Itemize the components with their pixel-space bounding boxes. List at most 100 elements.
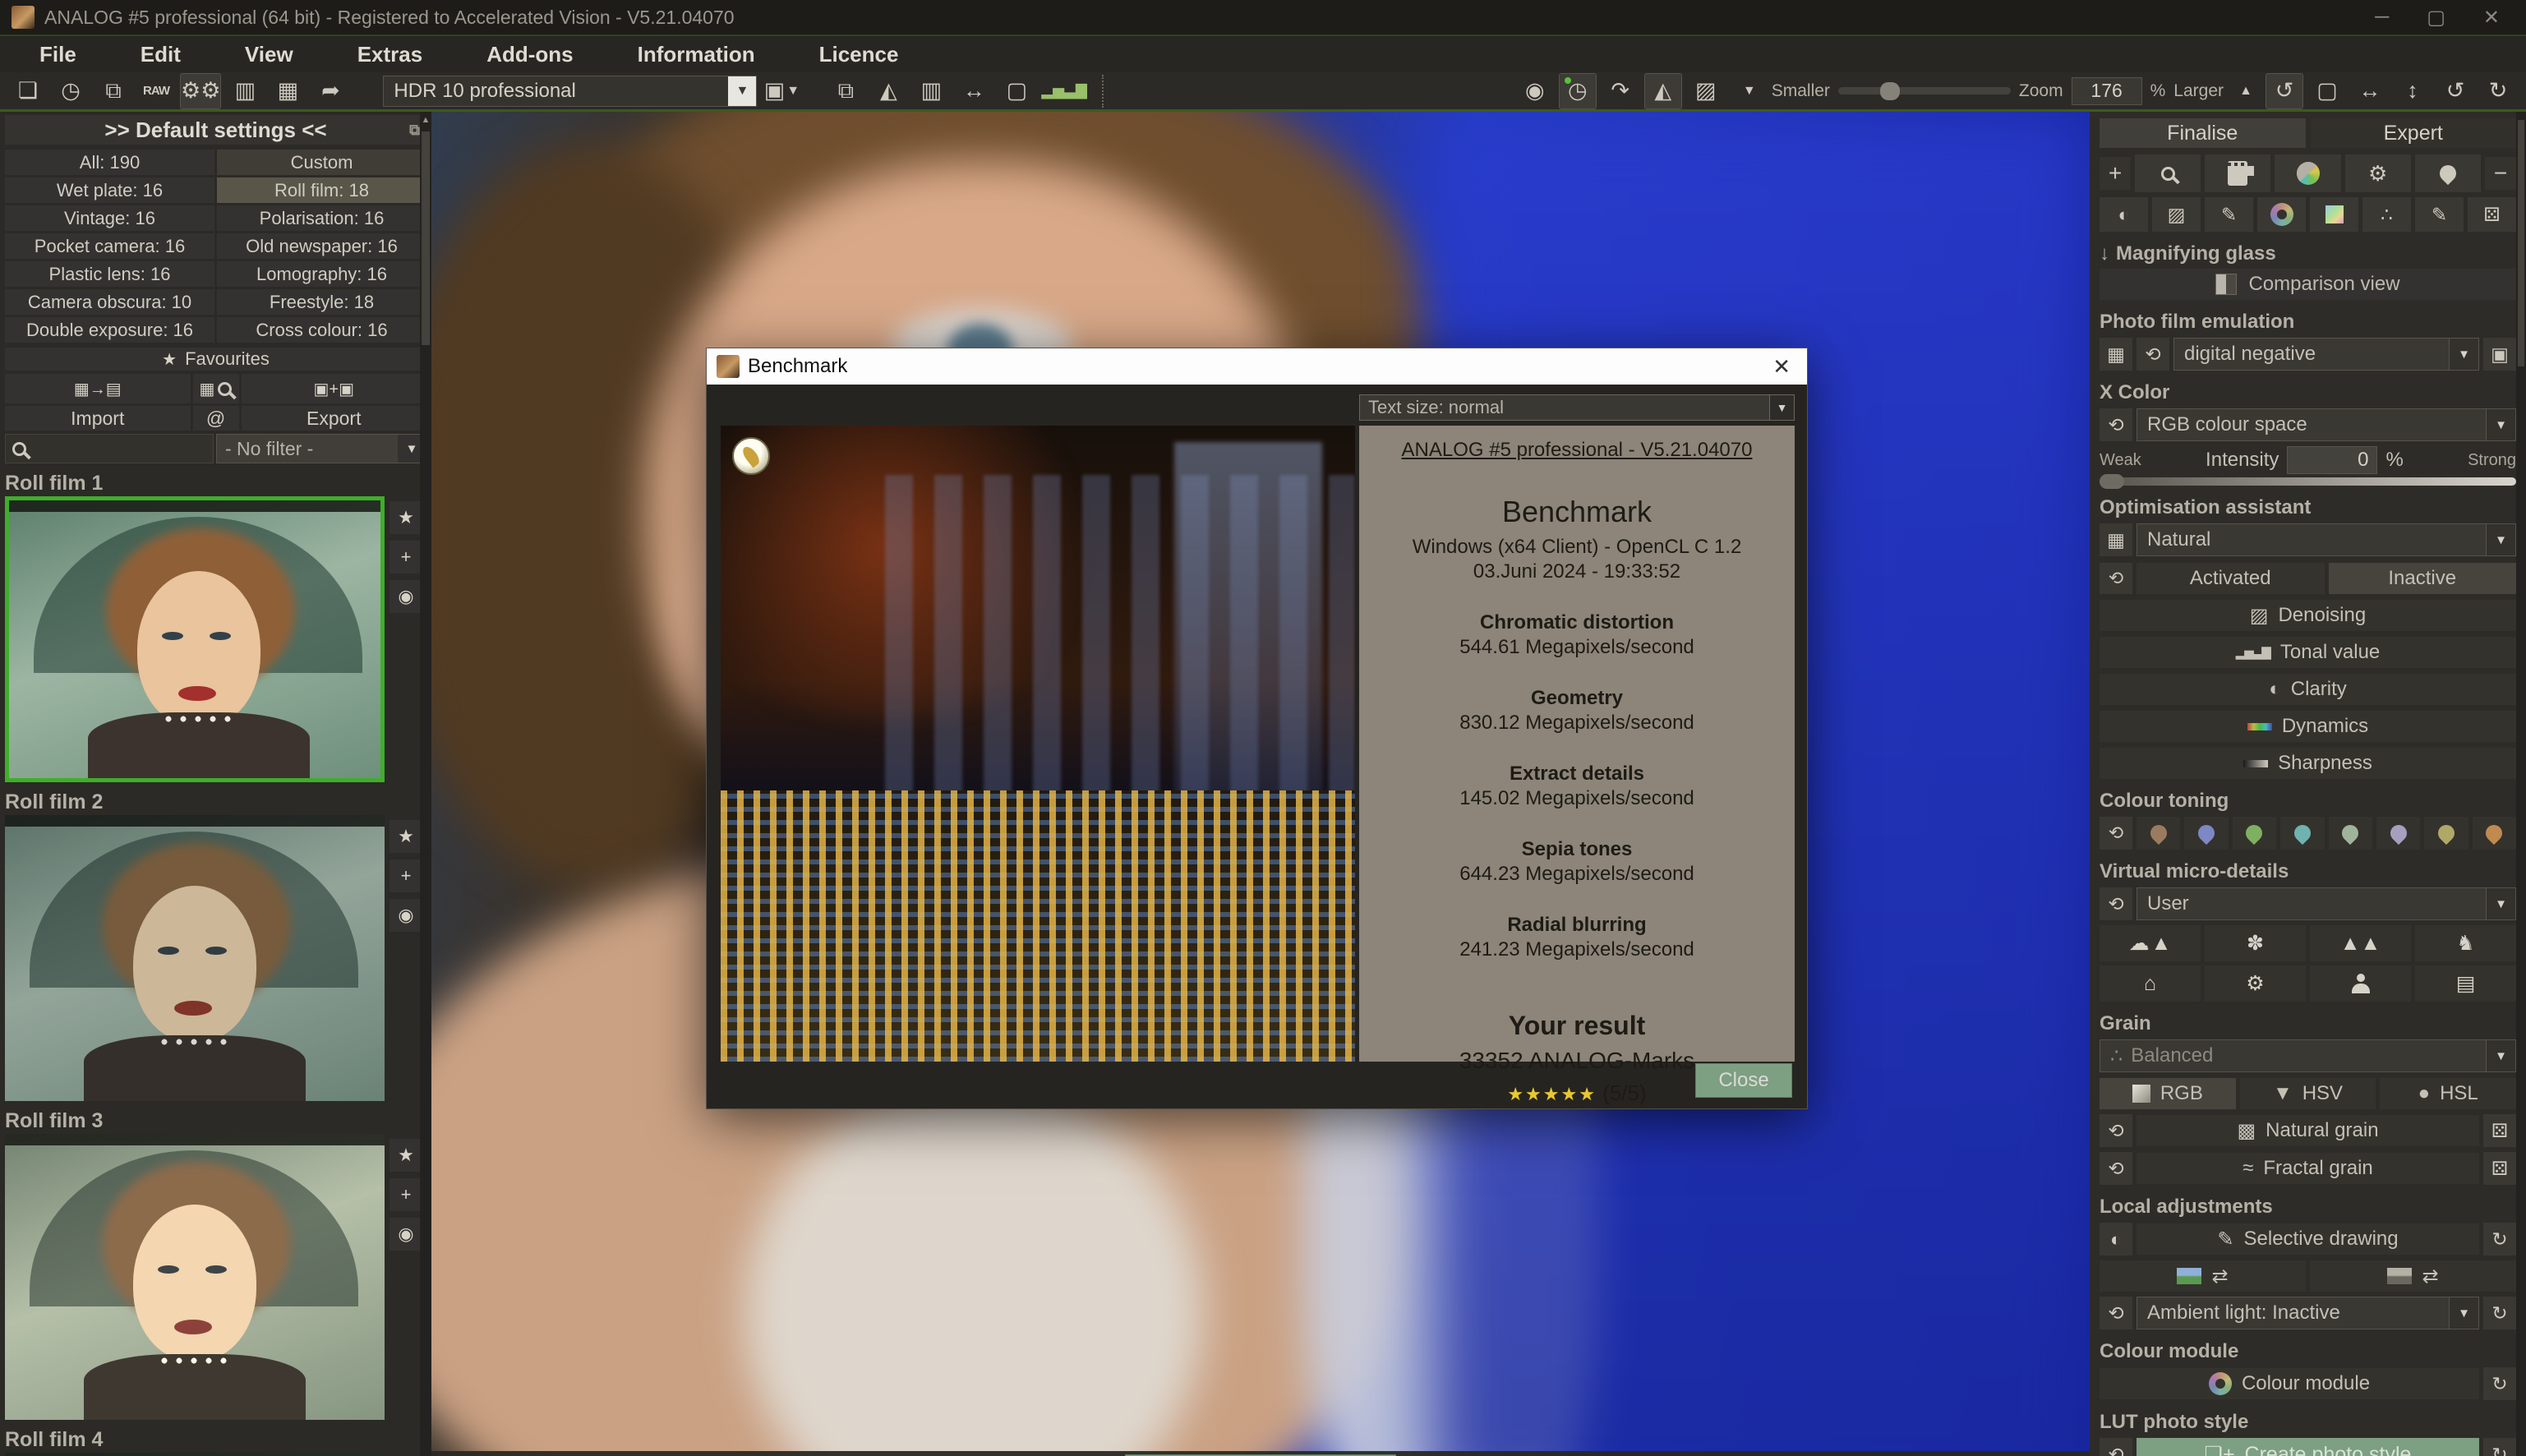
grain-dropdown[interactable]: ∴ Balanced ▼ (2100, 1039, 2516, 1072)
dialog-title-bar[interactable]: Benchmark ✕ (707, 348, 1807, 385)
grain-tool-button[interactable]: ▨ (2152, 197, 2201, 232)
toning-swatch-3[interactable] (2233, 817, 2276, 850)
scrollbar-thumb[interactable] (2518, 120, 2524, 366)
inspect-button[interactable]: ▢ (998, 74, 1035, 108)
preview-button[interactable]: ◉ (1517, 74, 1553, 108)
menu-addons[interactable]: Add-ons (486, 42, 573, 67)
realtime-button[interactable]: ◷ (1560, 74, 1596, 108)
preview-variant-button[interactable]: ◉ (390, 1218, 422, 1251)
category-all[interactable]: All: 190 (5, 150, 214, 175)
clarity-button[interactable]: ◐ Clarity (2100, 674, 2516, 705)
save-preset-button[interactable]: ▦→▤ (5, 374, 191, 403)
reset-micro-details-button[interactable]: ⟲ (2100, 887, 2132, 920)
toning-tool-button[interactable] (2415, 154, 2481, 192)
close-icon[interactable]: ✕ (2483, 6, 2500, 30)
reset-toning-button[interactable]: ⟲ (2100, 817, 2132, 850)
preset-apply-button[interactable]: ▣▼ (763, 74, 800, 108)
film-settings-button[interactable]: ▣ (2483, 338, 2516, 371)
batch-button[interactable]: ⧉ (95, 74, 131, 108)
randomise-fractal-grain-button[interactable]: ⚄ (2483, 1152, 2516, 1185)
default-settings-header[interactable]: >> Default settings << ⧉ (5, 115, 426, 145)
new-file-button[interactable]: ❏ (10, 74, 46, 108)
history-button[interactable]: ◷ (53, 74, 89, 108)
browse-optimisations-button[interactable]: ▦ (2100, 523, 2132, 556)
document-preset-button[interactable]: ▤ (2415, 965, 2516, 1002)
rotate-left-button[interactable]: ↺ (2437, 74, 2473, 108)
zoom-value-input[interactable]: 176 (2072, 77, 2142, 105)
zoom-preset-button[interactable]: ▼ (1735, 74, 1763, 108)
stretch-height-button[interactable]: ↕ (2395, 74, 2431, 108)
colour-wheel-tool-button[interactable] (2257, 197, 2306, 232)
roll-film-2-thumbnail[interactable] (5, 815, 385, 1101)
redo-button[interactable]: ↷ (1602, 74, 1639, 108)
export-button[interactable]: ➦ (312, 74, 348, 108)
presets-scrollbar[interactable]: ▲ (420, 112, 431, 1456)
toning-swatch-2[interactable] (2184, 817, 2228, 850)
micro-details-dropdown[interactable]: User ▼ (2136, 887, 2516, 920)
toning-swatch-5[interactable] (2329, 817, 2372, 850)
colour-tool-button[interactable] (2275, 154, 2340, 192)
menu-file[interactable]: File (39, 42, 76, 67)
lowlight-preset-button[interactable]: ⚙ (2205, 965, 2306, 1002)
reset-optimisation-button[interactable]: ⟲ (2100, 563, 2132, 594)
dynamics-button[interactable]: Dynamics (2100, 711, 2516, 742)
add-variant-button[interactable]: + (390, 541, 422, 574)
mirror-button[interactable]: ◭ (1645, 74, 1681, 108)
tools-scrollbar[interactable] (2516, 112, 2526, 1456)
expand-all-button[interactable]: + (2100, 157, 2131, 190)
reset-lut-button[interactable]: ⟲ (2100, 1438, 2132, 1456)
favourites-button[interactable]: ★ Favourites (5, 348, 426, 371)
category-custom[interactable]: Custom (217, 150, 426, 175)
mountain-preset-button[interactable]: ▲▲ (2310, 925, 2411, 961)
maximize-icon[interactable]: ▢ (2427, 6, 2445, 30)
crop-button[interactable]: ▢ (2309, 74, 2345, 108)
lut-settings-button[interactable]: ↻ (2483, 1438, 2516, 1456)
architecture-preset-button[interactable]: ⌂ (2100, 965, 2201, 1002)
landscape-preset-button[interactable]: ☁▲ (2100, 925, 2201, 961)
minimize-icon[interactable]: ─ (2375, 6, 2389, 30)
settings-button[interactable]: ⚙⚙ (181, 74, 220, 108)
category-roll-film[interactable]: Roll film: 18 (217, 177, 426, 203)
toning-swatch-8[interactable] (2473, 817, 2516, 850)
tab-expert[interactable]: Expert (2311, 118, 2517, 148)
app-version-link[interactable]: ANALOG #5 professional - V5.21.04070 (1359, 439, 1795, 462)
category-freestyle[interactable]: Freestyle: 18 (217, 289, 426, 315)
favourite-button[interactable]: ★ (390, 820, 422, 853)
toning-swatch-4[interactable] (2280, 817, 2324, 850)
roll-film-3-thumbnail[interactable] (5, 1134, 385, 1420)
zoom-stepper[interactable]: ▲ (2232, 74, 2260, 108)
intensity-slider[interactable] (2100, 477, 2516, 486)
category-lomography[interactable]: Lomography: 16 (217, 261, 426, 287)
filter-dropdown[interactable]: - No filter - ▼ (216, 434, 426, 463)
scroll-up-icon[interactable]: ▲ (420, 115, 431, 128)
preset-dropdown[interactable]: HDR 10 professional ▼ (383, 76, 757, 107)
film-dropdown[interactable]: digital negative ▼ (2173, 338, 2479, 371)
category-plastic-lens[interactable]: Plastic lens: 16 (5, 261, 214, 287)
close-button[interactable]: Close (1695, 1063, 1792, 1098)
reset-fractal-grain-button[interactable]: ⟲ (2100, 1152, 2132, 1185)
randomise-natural-grain-button[interactable]: ⚄ (2483, 1114, 2516, 1147)
reload-colour-image-button[interactable]: ⇄ (2100, 1260, 2306, 1292)
copy-settings-button[interactable]: ⧉ (827, 74, 864, 108)
save-file-button[interactable]: ▥ (227, 74, 263, 108)
preview-variant-button[interactable]: ◉ (390, 899, 422, 932)
favourite-button[interactable]: ★ (390, 501, 422, 534)
menu-extras[interactable]: Extras (357, 42, 423, 67)
optimisation-dropdown[interactable]: Natural ▼ (2136, 523, 2516, 556)
toning-swatch-6[interactable] (2376, 817, 2420, 850)
preview-variant-button[interactable]: ◉ (390, 580, 422, 613)
rotate-right-button[interactable]: ↻ (2480, 74, 2516, 108)
fit-width-button[interactable]: ↔ (956, 74, 992, 108)
category-vintage[interactable]: Vintage: 16 (5, 205, 214, 231)
grain-mode-hsl[interactable]: ●HSL (2380, 1078, 2516, 1109)
reset-natural-grain-button[interactable]: ⟲ (2100, 1114, 2132, 1147)
ambient-settings-button[interactable]: ↻ (2483, 1297, 2516, 1329)
reset-ambient-button[interactable]: ⟲ (2100, 1297, 2132, 1329)
share-at-button[interactable]: @ (193, 406, 239, 431)
ambient-light-dropdown[interactable]: Ambient light: Inactive ▼ (2136, 1297, 2479, 1329)
rotate-canvas-button[interactable]: ↺ (2266, 74, 2302, 108)
roll-film-4-thumbnail[interactable] (5, 1453, 385, 1456)
comparison-checkbox[interactable] (2215, 274, 2237, 295)
category-double-exposure[interactable]: Double exposure: 16 (5, 317, 214, 343)
colour-module-button[interactable]: Colour module (2100, 1368, 2479, 1399)
